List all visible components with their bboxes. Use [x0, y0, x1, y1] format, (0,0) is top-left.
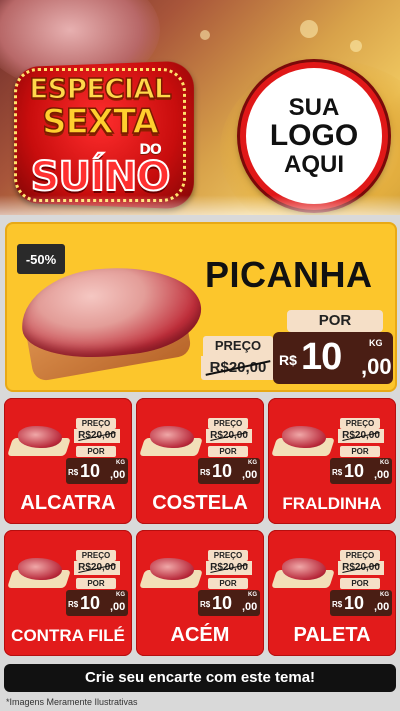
new-price: R$ 10 ,00 KG	[198, 590, 260, 616]
card-price-block: PREÇO R$20,00 POR R$ 10 ,00 KG	[196, 550, 260, 622]
product-card-contra-file[interactable]: PREÇO R$20,00 POR R$ 10 ,00 KG CONTRA FI…	[4, 530, 132, 656]
old-price: R$20,00	[201, 356, 275, 380]
product-card-costela[interactable]: PREÇO R$20,00 POR R$ 10 ,00 KG COSTELA	[136, 398, 264, 524]
price-decimal: ,00	[110, 469, 126, 481]
card-price-block: PREÇO R$20,00 POR R$ 10 ,00 KG	[328, 550, 392, 622]
new-price-label: POR	[76, 446, 116, 457]
new-price-label: POR	[76, 578, 116, 589]
create-flyer-banner[interactable]: Crie seu encarte com este tema!	[4, 664, 396, 692]
old-price-label: PREÇO	[208, 418, 248, 429]
alcatra-image	[7, 422, 71, 456]
featured-product-name: PICANHA	[205, 254, 373, 295]
new-price-label: POR	[340, 446, 380, 457]
new-price: R$ 10 ,00 KG	[66, 590, 128, 616]
old-price-label: PREÇO	[203, 336, 273, 356]
card-price-block: PREÇO R$20,00 POR R$ 10 ,00 KG	[328, 418, 392, 490]
product-name: FRALDINHA	[282, 494, 382, 513]
new-price: R$ 10 ,00 KG	[273, 332, 393, 384]
old-price-label: PREÇO	[76, 550, 116, 561]
price-unit: KG	[380, 592, 389, 598]
price-decimal: ,00	[374, 469, 390, 481]
featured-product-card[interactable]: -50% PICANHA POR PREÇO R$20,00 R$ 10 ,00…	[5, 222, 397, 392]
old-price: R$20,00	[338, 429, 384, 443]
card-price-block: PREÇO R$20,00 POR R$ 10 ,00 KG	[64, 550, 128, 622]
currency-symbol: R$	[332, 468, 343, 477]
event-title-badge: ESPECIAL SEXTA DO SUÍNO	[10, 58, 194, 210]
new-price-label: POR	[208, 446, 248, 457]
product-card-alcatra[interactable]: PREÇO R$20,00 POR R$ 10 ,00 KG ALCATRA	[4, 398, 132, 524]
price-unit: KG	[369, 338, 383, 348]
logo-placeholder[interactable]: SUA LOGO AQUI	[240, 62, 388, 210]
old-price-label: PREÇO	[208, 550, 248, 561]
discount-badge: -50%	[17, 244, 65, 274]
old-price: R$20,00	[74, 429, 120, 443]
currency-symbol: R$	[332, 600, 343, 609]
currency-symbol: R$	[200, 600, 211, 609]
product-name: ACÉM	[170, 624, 230, 646]
new-price-label: POR	[208, 578, 248, 589]
bokeh-light	[200, 30, 210, 40]
featured-price-block: POR PREÇO R$20,00 R$ 10 ,00 KG	[197, 306, 395, 390]
price-decimal: ,00	[242, 601, 258, 613]
price-decimal: ,00	[374, 601, 390, 613]
new-price: R$ 10 ,00 KG	[330, 458, 392, 484]
product-name: COSTELA	[152, 492, 248, 514]
price-unit: KG	[380, 460, 389, 466]
bokeh-light	[300, 20, 318, 38]
acem-image	[139, 554, 203, 588]
header-banner: ESPECIAL SEXTA DO SUÍNO SUA LOGO AQUI	[0, 0, 400, 215]
bokeh-light	[350, 40, 362, 52]
price-decimal: ,00	[242, 469, 258, 481]
product-card-acem[interactable]: PREÇO R$20,00 POR R$ 10 ,00 KG ACÉM	[136, 530, 264, 656]
currency-symbol: R$	[68, 468, 79, 477]
fraldinha-image	[271, 422, 335, 456]
product-name: ALCATRA	[20, 492, 116, 514]
new-price: R$ 10 ,00 KG	[330, 590, 392, 616]
card-price-block: PREÇO R$20,00 POR R$ 10 ,00 KG	[196, 418, 260, 490]
product-card-paleta[interactable]: PREÇO R$20,00 POR R$ 10 ,00 KG PALETA	[268, 530, 396, 656]
price-decimal: ,00	[110, 601, 126, 613]
product-name: PALETA	[293, 624, 371, 646]
currency-symbol: R$	[279, 352, 297, 368]
new-price: R$ 10 ,00 KG	[198, 458, 260, 484]
product-card-fraldinha[interactable]: PREÇO R$20,00 POR R$ 10 ,00 KG FRALDINHA	[268, 398, 396, 524]
logo-text-sua: SUA	[288, 94, 340, 122]
product-name: CONTRA FILÉ	[11, 626, 125, 645]
currency-symbol: R$	[68, 600, 79, 609]
costela-image	[139, 422, 203, 456]
price-unit: KG	[116, 592, 125, 598]
header-fade	[0, 195, 400, 215]
price-integer: 10	[344, 461, 365, 481]
old-price: R$20,00	[338, 561, 384, 575]
new-price-label: POR	[340, 578, 380, 589]
old-price-label: PREÇO	[340, 550, 380, 561]
title-line-especial: ESPECIAL	[29, 71, 173, 106]
logo-text-logo: LOGO	[269, 119, 359, 153]
old-price: R$20,00	[206, 561, 252, 575]
contra-file-image	[7, 554, 71, 588]
new-price-label: POR	[287, 310, 383, 332]
card-price-block: PREÇO R$20,00 POR R$ 10 ,00 KG	[64, 418, 128, 490]
price-unit: KG	[248, 460, 257, 466]
new-price: R$ 10 ,00 KG	[66, 458, 128, 484]
price-integer: 10	[212, 593, 233, 613]
price-integer: 10	[80, 461, 101, 481]
currency-symbol: R$	[200, 468, 211, 477]
old-price: R$20,00	[74, 561, 120, 575]
title-line-suino: SUÍNO	[30, 153, 172, 201]
price-integer: 10	[301, 336, 342, 378]
old-price: R$20,00	[206, 429, 252, 443]
old-price-label: PREÇO	[340, 418, 380, 429]
price-unit: KG	[116, 460, 125, 466]
title-line-sexta: SEXTA	[41, 101, 159, 143]
price-integer: 10	[212, 461, 233, 481]
price-unit: KG	[248, 592, 257, 598]
paleta-image	[271, 554, 335, 588]
disclaimer-text: *Imagens Meramente Ilustrativas	[6, 697, 138, 707]
price-integer: 10	[80, 593, 101, 613]
old-price-label: PREÇO	[76, 418, 116, 429]
price-decimal: ,00	[361, 354, 392, 379]
price-integer: 10	[344, 593, 365, 613]
logo-text-aqui: AQUI	[284, 150, 344, 178]
